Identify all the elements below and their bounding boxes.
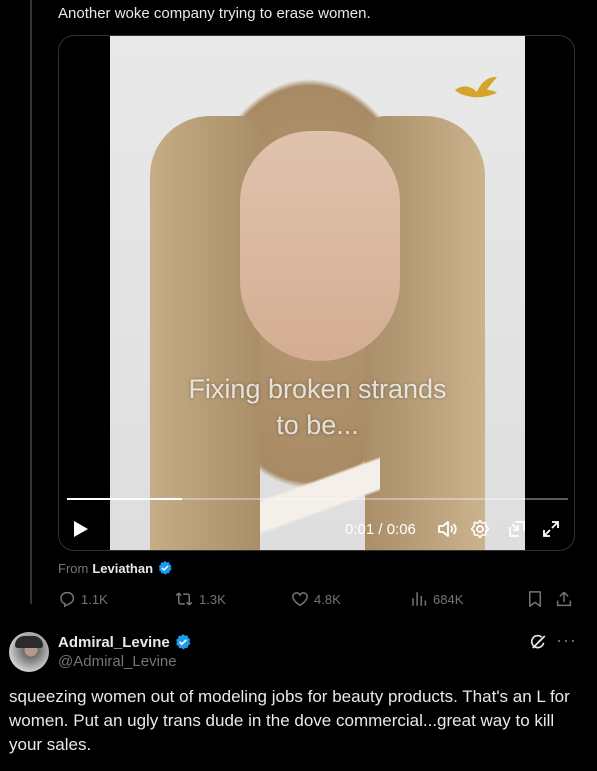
more-options-button[interactable]: ··· [556,630,577,651]
grok-button[interactable] [529,633,547,656]
share-icon [556,591,572,607]
like-count: 4.8K [314,591,341,607]
avatar[interactable] [9,632,49,672]
volume-icon [438,521,457,537]
from-label: From [58,560,89,576]
verified-icon [158,561,172,575]
fullscreen-button[interactable] [541,516,561,542]
settings-button[interactable] [470,516,490,542]
video-progress-fill [67,498,183,500]
video-source: From Leviathan [58,560,173,576]
pip-icon [509,521,525,537]
volume-button[interactable] [437,516,459,542]
retweet-icon [175,592,193,606]
video-caption: Fixing broken strands to be... [110,371,525,443]
picture-in-picture-button[interactable] [507,516,527,542]
share-button[interactable] [555,588,573,610]
user-handle[interactable]: @Admiral_Levine [58,653,177,670]
retweet-count: 1.3K [199,591,226,607]
bookmark-button[interactable] [527,588,543,610]
grok-icon [530,634,546,649]
reply-count: 1.1K [81,591,108,607]
tweet-text: Another woke company trying to erase wom… [58,5,371,22]
reply-text: squeezing women out of modeling jobs for… [9,687,570,754]
like-icon [292,592,308,607]
video-time: 0:01 / 0:06 [345,520,416,538]
tweet-actions-bar: 1.1K 1.3K 4.8K 684K [58,588,575,610]
thread-connector-line [30,0,32,604]
display-name[interactable]: Admiral_Levine [58,634,170,651]
video-caption-line-2: to be... [276,410,359,440]
dove-logo-icon [455,76,497,98]
reply-icon [60,591,75,608]
views-count: 684K [433,591,464,607]
views-button[interactable]: 684K [410,588,463,610]
like-button[interactable]: 4.8K [291,588,341,610]
fullscreen-icon [543,521,559,537]
retweet-button[interactable]: 1.3K [174,588,226,610]
bookmark-icon [529,591,541,607]
play-icon [74,521,88,537]
video-caption-line-1: Fixing broken strands [188,374,447,404]
play-button[interactable] [73,516,89,542]
views-icon [412,592,427,606]
reply-author: Admiral_Levine [58,633,192,651]
video-progress-bar[interactable] [67,498,568,500]
video-frame [110,36,525,550]
reply-button[interactable]: 1.1K [58,588,108,610]
source-account-link[interactable]: Leviathan [92,561,153,576]
verified-icon [175,634,191,650]
settings-icon [470,519,490,539]
video-player[interactable]: Fixing broken strands to be... 0:01 / 0:… [58,35,575,551]
